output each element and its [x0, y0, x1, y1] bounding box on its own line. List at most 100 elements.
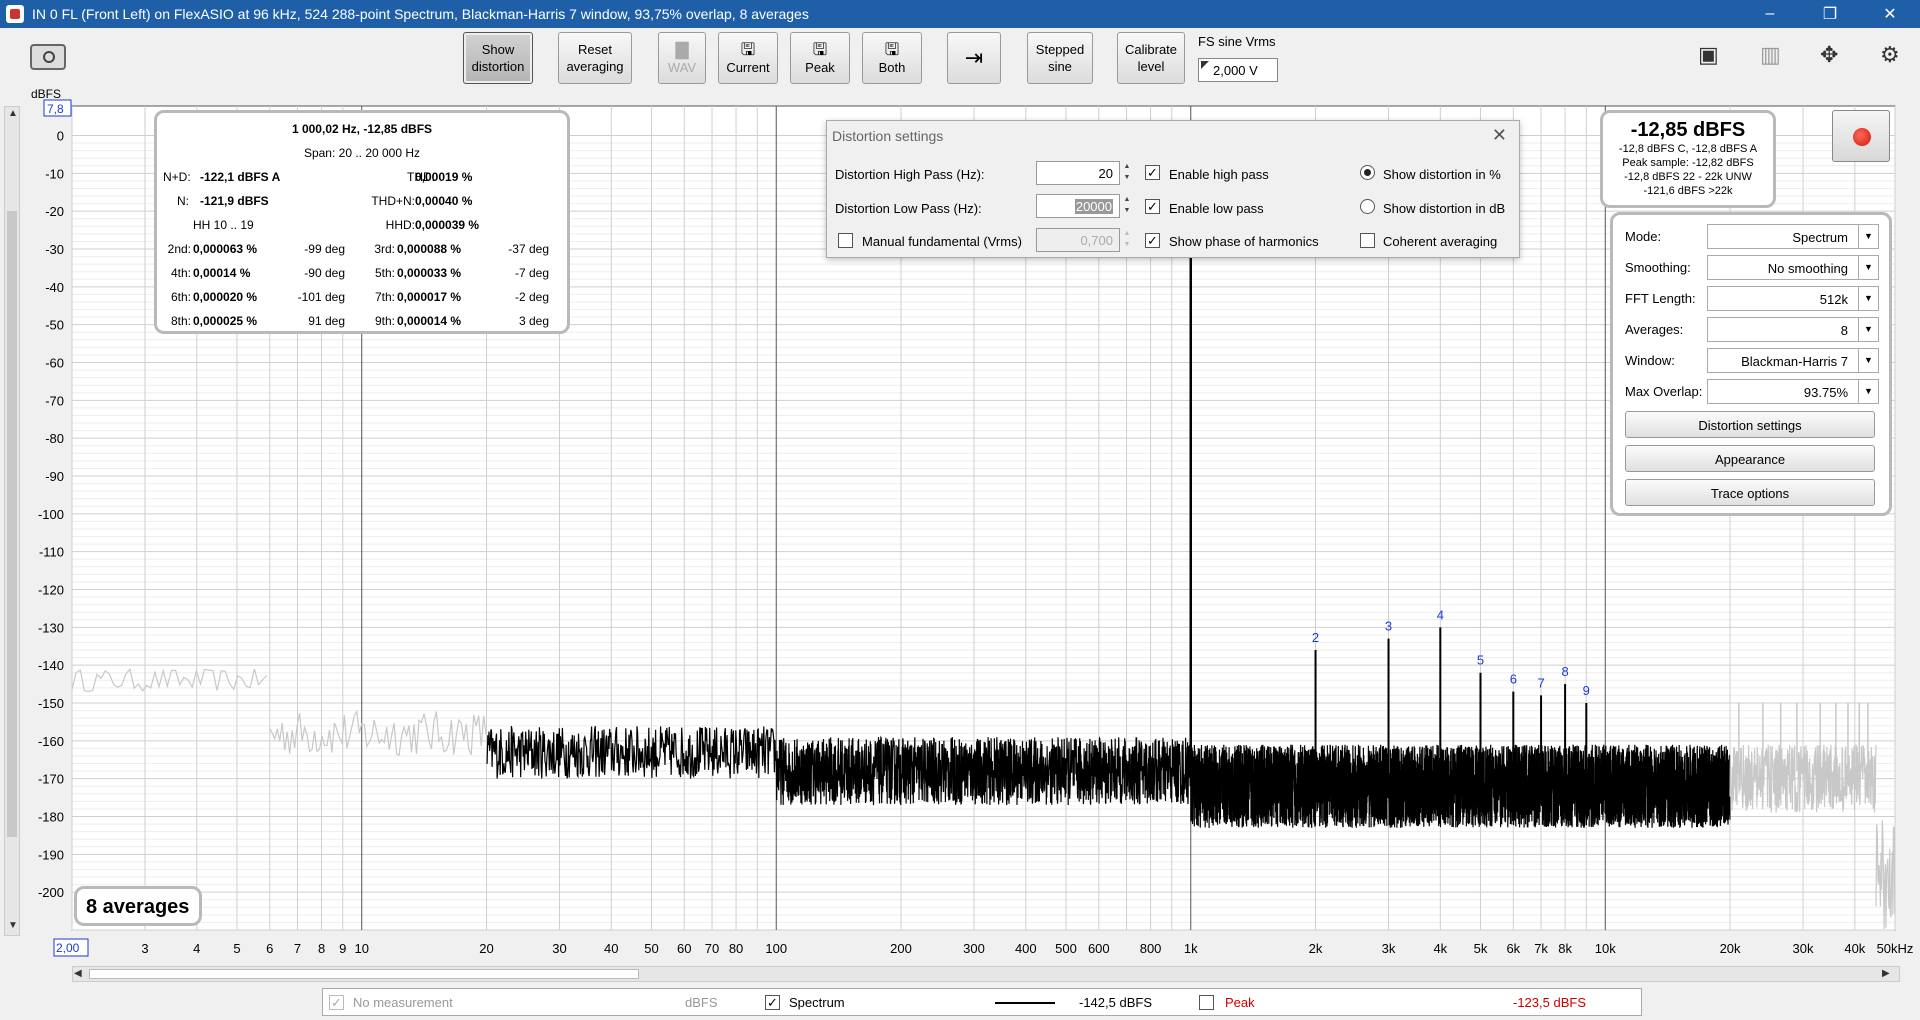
close-icon[interactable]: ✕	[1492, 125, 1507, 146]
calibrate-level-button[interactable]: Calibrate level	[1117, 32, 1185, 84]
noise-trace	[775, 735, 1192, 806]
x-tick-label: 50kHz	[1877, 941, 1914, 956]
manual-fundamental-label: Manual fundamental (Vrms)	[862, 234, 1022, 249]
smoothing-select[interactable]: No smoothing ▼	[1707, 255, 1879, 280]
app-icon	[6, 5, 24, 23]
scroll-up-icon[interactable]: ▲	[8, 108, 18, 119]
show-pct-radio[interactable]	[1360, 165, 1375, 180]
distortion-settings-button[interactable]: Distortion settings	[1625, 411, 1875, 438]
harmonic-value: 0,000033 %	[397, 266, 462, 280]
harmonic-label: 8th:	[170, 314, 191, 328]
level-line-3: -12,8 dBFS 22 - 22k UNW	[1624, 171, 1752, 183]
x-tick-label: 2k	[1309, 941, 1323, 956]
manual-fundamental-input[interactable]: 0,700	[1036, 228, 1120, 252]
x-tick-label: 20k	[1720, 941, 1741, 956]
peak-button[interactable]: 🖫 Peak	[790, 32, 850, 84]
x-tick-label: 800	[1140, 941, 1162, 956]
harmonic-marker: 3	[1385, 619, 1392, 634]
y-tick-label: -90	[45, 469, 64, 484]
averages-select[interactable]: 8 ▼	[1707, 317, 1879, 342]
camera-icon[interactable]	[30, 44, 66, 70]
save-icon: ▇	[675, 39, 689, 59]
harmonic-phase: 3 deg	[518, 314, 549, 328]
manual-fundamental-checkbox[interactable]	[838, 233, 853, 248]
y-tick-label: -60	[45, 356, 64, 371]
harmonic-marker: 7	[1537, 675, 1544, 690]
show-db-radio[interactable]	[1360, 199, 1375, 214]
chevron-down-icon: ▼	[1858, 287, 1878, 310]
scroll-left-icon[interactable]: ◀	[74, 968, 82, 979]
both-button[interactable]: 🖫 Both	[862, 32, 922, 84]
low-pass-stepper[interactable]: ▲ ▼	[1121, 194, 1133, 218]
x-tick-label: 80	[729, 941, 743, 956]
show-distortion-button[interactable]: Show distortion	[463, 32, 533, 84]
wav-button[interactable]: ▇ WAV	[658, 32, 706, 84]
harmonic-label: 6th:	[170, 290, 191, 304]
x-tick-label: 50	[644, 941, 658, 956]
noise-trace	[1875, 820, 1896, 930]
reset-averaging-button[interactable]: Reset averaging	[558, 32, 632, 84]
manual-fundamental-stepper[interactable]: ▲ ▼	[1121, 228, 1133, 252]
y-tick-label: -200	[38, 885, 64, 900]
y-tick-label: -140	[38, 658, 64, 673]
x-tick-label: 8	[318, 941, 325, 956]
harmonic-label: 2nd:	[167, 242, 191, 256]
columns-icon[interactable]: ▥	[1760, 42, 1781, 68]
harmonic-phase: -101 deg	[297, 290, 345, 304]
noise-trace	[71, 668, 268, 693]
y-tick-label: -150	[38, 696, 64, 711]
vertical-scrollbar[interactable]	[4, 106, 20, 936]
x-tick-label: 40k	[1844, 941, 1865, 956]
high-pass-stepper[interactable]: ▲ ▼	[1121, 161, 1133, 185]
current-button[interactable]: 🖫 Current	[718, 32, 778, 84]
appearance-button[interactable]: Appearance	[1625, 445, 1875, 472]
mode-select[interactable]: Spectrum ▼	[1707, 224, 1879, 249]
high-pass-input[interactable]: 20	[1036, 161, 1120, 185]
scroll-right-icon[interactable]: ▶	[1882, 968, 1890, 979]
no-measurement-checkbox[interactable]: ✓	[329, 995, 344, 1010]
x-tick-label: 600	[1088, 941, 1110, 956]
layout-icon[interactable]: ▣	[1698, 42, 1719, 68]
fs-sine-input[interactable]: 2,000 V	[1198, 58, 1278, 82]
peak-checkbox[interactable]	[1199, 995, 1214, 1010]
level-main: -12,85 dBFS	[1630, 119, 1746, 141]
enable-low-pass-checkbox[interactable]: ✓	[1145, 199, 1160, 214]
noise-trace	[1190, 744, 1731, 829]
import-button[interactable]: ⇥	[947, 32, 1001, 84]
averages-badge: 8 averages	[74, 886, 202, 926]
horizontal-scrollbar[interactable]	[72, 966, 1900, 982]
fundamental-readout: 1 000,02 Hz, -12,85 dBFS	[291, 122, 433, 136]
show-phase-checkbox[interactable]: ✓	[1145, 233, 1160, 248]
analyser-settings-panel: Mode: Spectrum ▼ Smoothing: No smoothing ▼…	[1610, 212, 1892, 516]
level-line-1: -12,8 dBFS C, -12,8 dBFS A	[1618, 143, 1758, 155]
minimize-button[interactable]: –	[1740, 0, 1800, 28]
low-pass-input[interactable]: 20000	[1036, 194, 1120, 218]
window-select[interactable]: Blackman-Harris 7 ▼	[1707, 348, 1879, 373]
scroll-down-icon[interactable]: ▼	[8, 920, 18, 931]
harmonic-value: 0,000020 %	[193, 290, 258, 304]
expand-icon[interactable]: ✥	[1820, 42, 1838, 68]
max-overlap-select[interactable]: 93.75% ▼	[1707, 379, 1879, 404]
harmonic-marker: 9	[1583, 683, 1590, 698]
restore-button[interactable]: ❐	[1800, 0, 1860, 28]
trace-options-button[interactable]: Trace options	[1625, 479, 1875, 506]
x-tick-label: 5	[233, 941, 240, 956]
x-tick-label: 70	[705, 941, 719, 956]
import-icon: ⇥	[964, 45, 984, 70]
enable-high-pass-checkbox[interactable]: ✓	[1145, 165, 1160, 180]
x-tick-label: 40	[604, 941, 618, 956]
x-tick-label: 30k	[1793, 941, 1814, 956]
gear-icon[interactable]: ⚙	[1880, 42, 1900, 68]
x-tick-label: 8k	[1558, 941, 1572, 956]
x-tick-label: 500	[1055, 941, 1077, 956]
spectrum-checkbox[interactable]: ✓	[765, 995, 780, 1010]
coherent-averaging-checkbox[interactable]	[1360, 233, 1375, 248]
y-tick-label: -120	[38, 583, 64, 598]
record-button[interactable]	[1832, 110, 1890, 162]
stepped-sine-button[interactable]: Stepped sine	[1027, 32, 1093, 84]
spectrum-line-swatch	[995, 1002, 1055, 1004]
fft-length-select[interactable]: 512k ▼	[1707, 286, 1879, 311]
level-line-4: -121,6 dBFS >22k	[1643, 185, 1733, 197]
y-tick-label: -160	[38, 734, 64, 749]
close-button[interactable]: ✕	[1860, 0, 1920, 28]
